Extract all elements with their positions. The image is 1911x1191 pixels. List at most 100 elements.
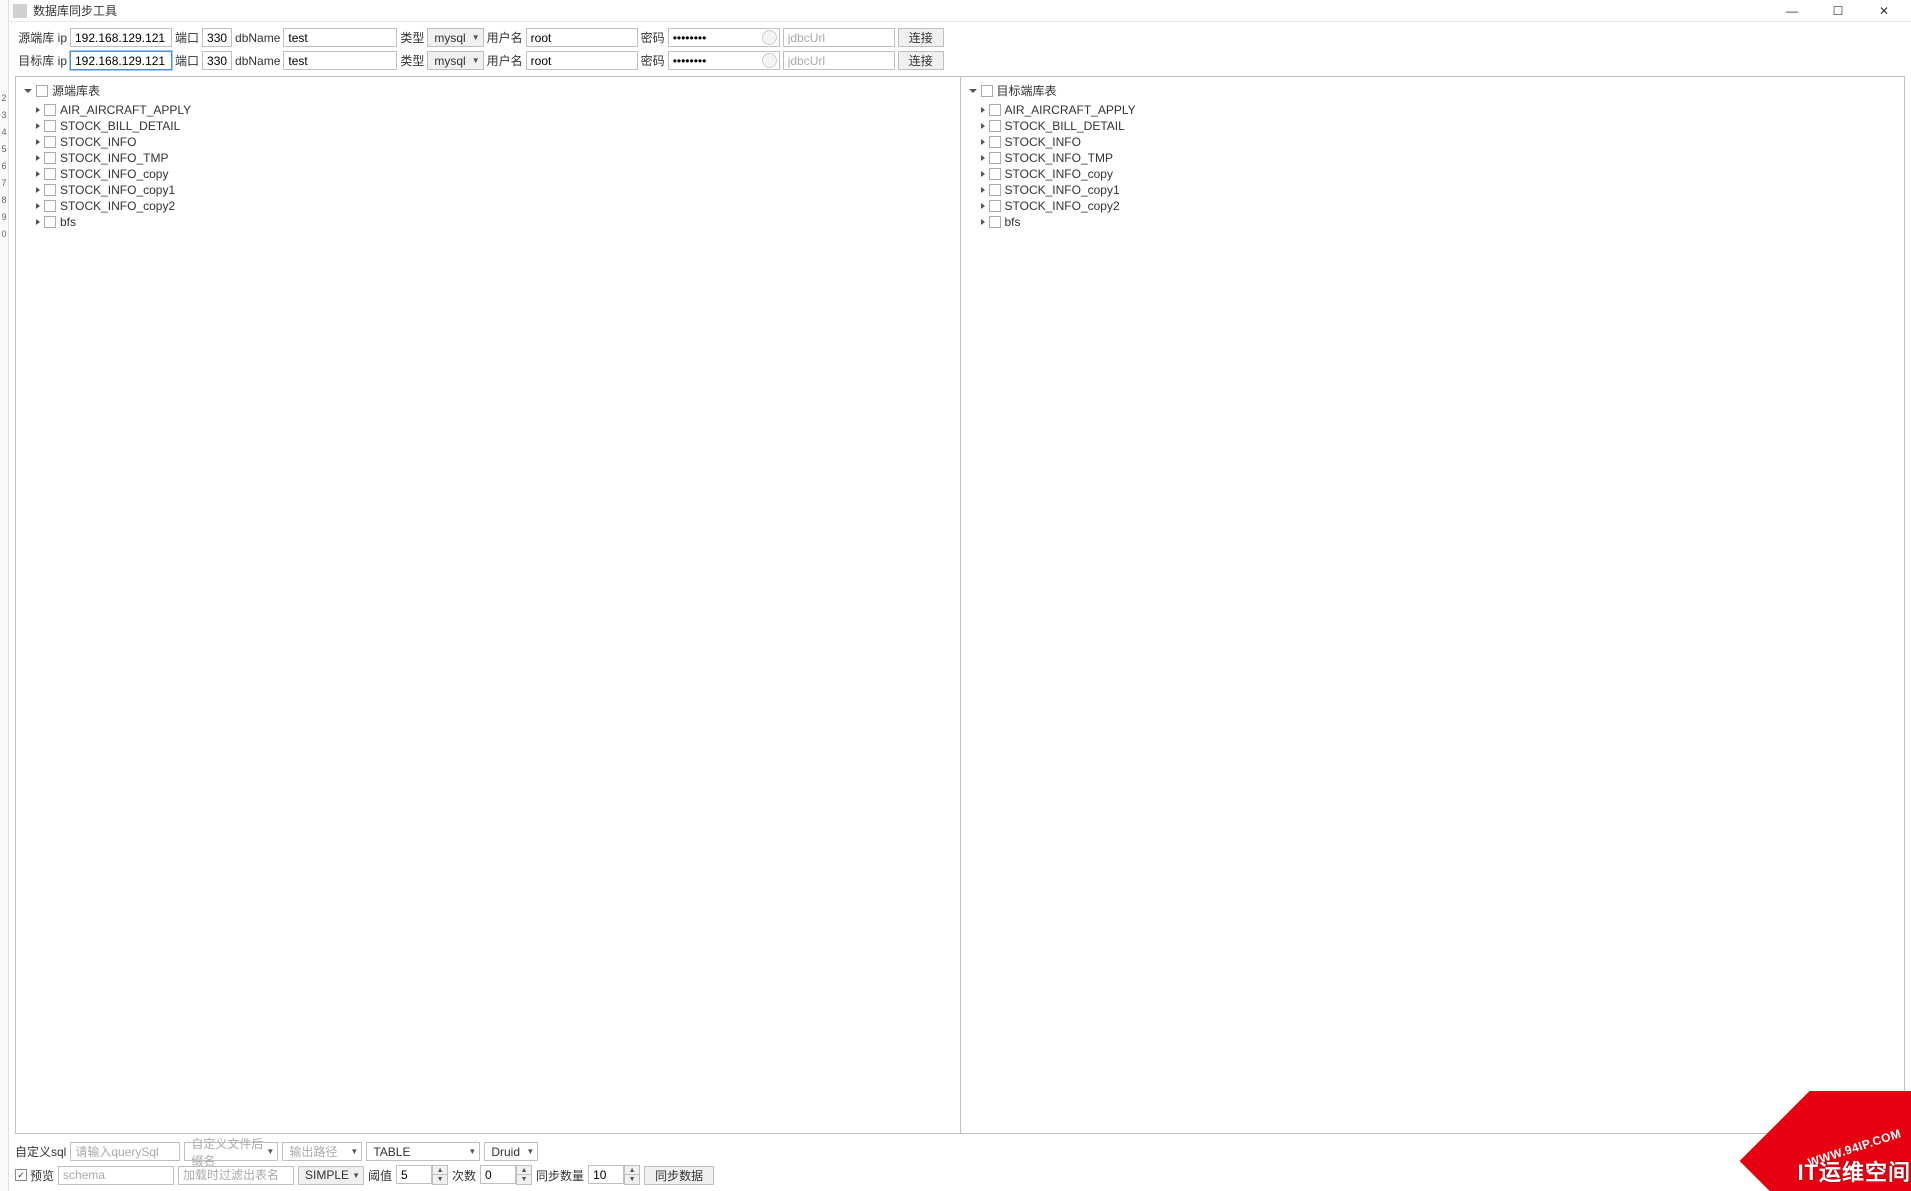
spinner-up-icon[interactable]: ▲ xyxy=(625,1166,639,1175)
target-tree-item[interactable]: STOCK_INFO xyxy=(963,134,1903,150)
source-user-input[interactable] xyxy=(526,28,638,47)
maximize-button[interactable]: ☐ xyxy=(1815,0,1861,22)
target-tree-pane[interactable]: 目标端库表 AIR_AIRCRAFT_APPLYSTOCK_BILL_DETAI… xyxy=(960,77,1905,1133)
count-input[interactable] xyxy=(480,1165,516,1184)
target-tree-item[interactable]: STOCK_INFO_TMP xyxy=(963,150,1903,166)
expand-right-icon[interactable] xyxy=(36,123,40,129)
expand-right-icon[interactable] xyxy=(981,171,985,177)
tree-item-checkbox[interactable] xyxy=(989,120,1001,132)
target-tree-item[interactable]: STOCK_BILL_DETAIL xyxy=(963,118,1903,134)
tree-item-checkbox[interactable] xyxy=(44,200,56,212)
target-tree-item[interactable]: STOCK_INFO_copy2 xyxy=(963,198,1903,214)
expand-right-icon[interactable] xyxy=(36,155,40,161)
gutter-row xyxy=(0,634,8,651)
spinner-up-icon[interactable]: ▲ xyxy=(517,1166,531,1175)
expand-right-icon[interactable] xyxy=(981,123,985,129)
expand-right-icon[interactable] xyxy=(36,139,40,145)
target-jdbcurl-input[interactable] xyxy=(783,51,895,70)
target-user-input[interactable] xyxy=(526,51,638,70)
expand-right-icon[interactable] xyxy=(981,139,985,145)
simple-combo[interactable]: SIMPLE▼ xyxy=(298,1166,364,1185)
source-tree-item[interactable]: STOCK_INFO_TMP xyxy=(18,150,958,166)
source-ip-input[interactable] xyxy=(70,28,172,47)
source-dbname-input[interactable] xyxy=(283,28,397,47)
tree-item-checkbox[interactable] xyxy=(44,216,56,228)
source-connect-button[interactable]: 连接 xyxy=(898,28,944,47)
password-visibility-icon[interactable] xyxy=(762,53,777,68)
tree-item-checkbox[interactable] xyxy=(989,152,1001,164)
tree-item-checkbox[interactable] xyxy=(989,216,1001,228)
tree-item-checkbox[interactable] xyxy=(989,104,1001,116)
target-tree-item[interactable]: bfs xyxy=(963,214,1903,230)
target-root-checkbox[interactable] xyxy=(981,85,993,97)
spinner-down-icon[interactable]: ▼ xyxy=(433,1175,447,1184)
target-tree-item[interactable]: AIR_AIRCRAFT_APPLY xyxy=(963,102,1903,118)
expand-right-icon[interactable] xyxy=(981,107,985,113)
filter-tables-input[interactable] xyxy=(178,1166,294,1185)
password-visibility-icon[interactable] xyxy=(762,30,777,45)
target-connect-button[interactable]: 连接 xyxy=(898,51,944,70)
tree-item-checkbox[interactable] xyxy=(44,184,56,196)
tree-item-checkbox[interactable] xyxy=(989,200,1001,212)
file-suffix-combo[interactable]: 自定义文件后缀名▼ xyxy=(184,1142,278,1161)
source-tree-pane[interactable]: 源端库表 AIR_AIRCRAFT_APPLYSTOCK_BILL_DETAIL… xyxy=(16,77,960,1133)
spinner-down-icon[interactable]: ▼ xyxy=(625,1175,639,1184)
sync-count-input[interactable] xyxy=(588,1165,624,1184)
expand-right-icon[interactable] xyxy=(981,187,985,193)
output-path-combo[interactable]: 输出路径▼ xyxy=(282,1142,362,1161)
source-tree-item[interactable]: STOCK_INFO_copy1 xyxy=(18,182,958,198)
spinner-up-icon[interactable]: ▲ xyxy=(433,1166,447,1175)
target-tree-root[interactable]: 目标端库表 xyxy=(963,81,1903,102)
tree-item-checkbox[interactable] xyxy=(989,136,1001,148)
expand-down-icon[interactable] xyxy=(969,89,977,93)
expand-right-icon[interactable] xyxy=(36,203,40,209)
count-spinner[interactable]: ▲▼ xyxy=(480,1165,532,1185)
threshold-spinner[interactable]: ▲▼ xyxy=(396,1165,448,1185)
tree-item-checkbox[interactable] xyxy=(44,152,56,164)
bottom-controls: 自定义sql 自定义文件后缀名▼ 输出路径▼ TABLE▼ Druid▼ ✓预览… xyxy=(9,1134,1911,1191)
threshold-input[interactable] xyxy=(396,1165,432,1184)
preview-checkbox[interactable]: ✓预览 xyxy=(15,1167,54,1184)
table-combo[interactable]: TABLE▼ xyxy=(366,1142,480,1161)
schema-input[interactable] xyxy=(58,1166,174,1185)
source-port-input[interactable] xyxy=(202,28,232,47)
sync-count-spinner[interactable]: ▲▼ xyxy=(588,1165,640,1185)
expand-right-icon[interactable] xyxy=(981,219,985,225)
target-tree-item[interactable]: STOCK_INFO_copy1 xyxy=(963,182,1903,198)
target-type-select[interactable]: mysql▼ xyxy=(427,51,483,70)
customsql-input[interactable] xyxy=(70,1142,180,1161)
expand-right-icon[interactable] xyxy=(36,171,40,177)
target-port-input[interactable] xyxy=(202,51,232,70)
tree-item-checkbox[interactable] xyxy=(44,168,56,180)
druid-combo[interactable]: Druid▼ xyxy=(484,1142,538,1161)
expand-right-icon[interactable] xyxy=(36,187,40,193)
target-tree-item[interactable]: STOCK_INFO_copy xyxy=(963,166,1903,182)
source-db-label: 源端库 ip xyxy=(15,29,67,46)
expand-right-icon[interactable] xyxy=(981,203,985,209)
source-tree-item[interactable]: STOCK_BILL_DETAIL xyxy=(18,118,958,134)
tree-item-checkbox[interactable] xyxy=(44,104,56,116)
source-tree-item[interactable]: STOCK_INFO xyxy=(18,134,958,150)
spinner-down-icon[interactable]: ▼ xyxy=(517,1175,531,1184)
expand-down-icon[interactable] xyxy=(24,89,32,93)
source-jdbcurl-input[interactable] xyxy=(783,28,895,47)
source-tree-item[interactable]: STOCK_INFO_copy2 xyxy=(18,198,958,214)
tree-item-checkbox[interactable] xyxy=(989,168,1001,180)
source-type-select[interactable]: mysql▼ xyxy=(427,28,483,47)
target-dbname-input[interactable] xyxy=(283,51,397,70)
tree-item-checkbox[interactable] xyxy=(989,184,1001,196)
expand-right-icon[interactable] xyxy=(36,219,40,225)
close-button[interactable]: ✕ xyxy=(1861,0,1907,22)
source-tree-root[interactable]: 源端库表 xyxy=(18,81,958,102)
tree-item-checkbox[interactable] xyxy=(44,120,56,132)
sync-data-button[interactable]: 同步数据 xyxy=(644,1166,714,1185)
expand-right-icon[interactable] xyxy=(36,107,40,113)
tree-item-checkbox[interactable] xyxy=(44,136,56,148)
target-ip-input[interactable] xyxy=(70,51,172,70)
expand-right-icon[interactable] xyxy=(981,155,985,161)
source-tree-item[interactable]: bfs xyxy=(18,214,958,230)
source-tree-item[interactable]: AIR_AIRCRAFT_APPLY xyxy=(18,102,958,118)
source-root-checkbox[interactable] xyxy=(36,85,48,97)
minimize-button[interactable]: — xyxy=(1769,0,1815,22)
source-tree-item[interactable]: STOCK_INFO_copy xyxy=(18,166,958,182)
